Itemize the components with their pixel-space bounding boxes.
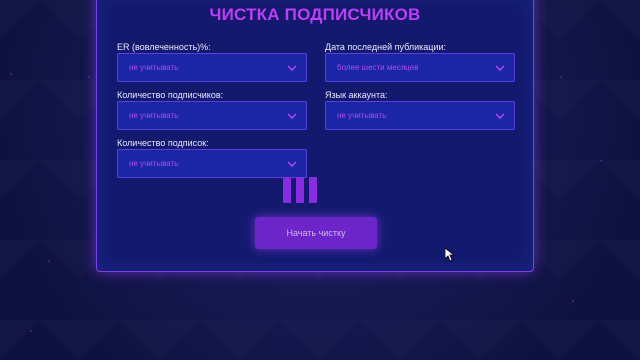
background-dot — [88, 76, 90, 78]
mouse-cursor-icon — [445, 248, 455, 262]
last-post-date-select-value: более шести месяцев — [337, 63, 419, 72]
cleanup-panel: ЧИСТКА ПОДПИСЧИКОВ ER (вовлеченность)%: … — [96, 0, 534, 272]
er-select[interactable]: не учитывать — [117, 53, 307, 82]
following-count-select[interactable]: не учитывать — [117, 149, 307, 178]
start-cleanup-button[interactable]: Начать чистку — [255, 217, 377, 249]
background-dot — [10, 73, 12, 75]
chevron-down-icon — [287, 113, 297, 119]
background-dot — [48, 260, 50, 262]
chevron-down-icon — [287, 161, 297, 167]
background-dot — [572, 300, 574, 302]
page-title: ЧИСТКА ПОДПИСЧИКОВ — [209, 5, 421, 24]
last-post-date-label: Дата последней публикации: — [325, 42, 446, 52]
last-post-date-select[interactable]: более шести месяцев — [325, 53, 515, 82]
chevron-down-icon — [495, 65, 505, 71]
background-dot — [600, 160, 602, 162]
chevron-down-icon — [287, 65, 297, 71]
following-count-label: Количество подписок: — [117, 138, 209, 148]
loading-bars-icon — [283, 177, 317, 203]
followers-count-select[interactable]: не учитывать — [117, 101, 307, 130]
followers-count-label: Количество подписчиков: — [117, 90, 224, 100]
account-language-label: Язык аккаунта: — [325, 90, 388, 100]
er-label: ER (вовлеченность)%: — [117, 42, 211, 52]
er-select-value: не учитывать — [129, 63, 179, 72]
background-dot — [30, 330, 32, 332]
account-language-select[interactable]: не учитывать — [325, 101, 515, 130]
background-dot — [560, 76, 562, 78]
following-count-select-value: не учитывать — [129, 159, 179, 168]
chevron-down-icon — [495, 113, 505, 119]
account-language-select-value: не учитывать — [337, 111, 387, 120]
followers-count-select-value: не учитывать — [129, 111, 179, 120]
